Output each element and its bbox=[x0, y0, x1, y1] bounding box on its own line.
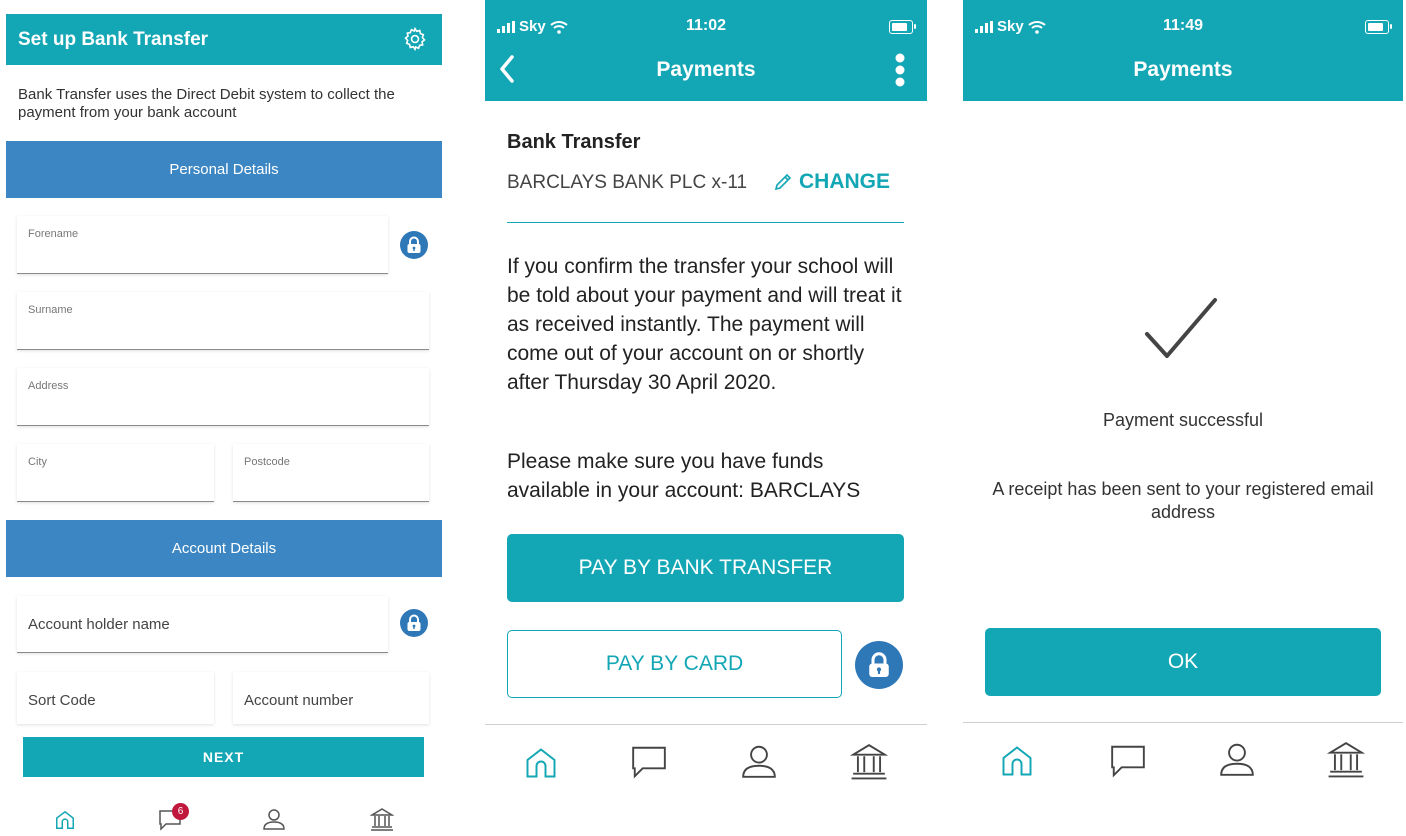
funds-paragraph: Please make sure you have funds availabl… bbox=[507, 450, 861, 502]
postcode-label: Postcode bbox=[244, 456, 290, 468]
page-title: Payments bbox=[656, 58, 756, 81]
forename-field[interactable]: Forename bbox=[17, 216, 388, 274]
next-button[interactable]: NEXT bbox=[23, 737, 424, 777]
address-field[interactable]: Address bbox=[17, 368, 429, 426]
chat-icon[interactable] bbox=[1109, 743, 1147, 779]
home-icon[interactable] bbox=[54, 809, 76, 831]
pencil-icon bbox=[774, 173, 792, 191]
change-bank-button[interactable]: CHANGE bbox=[773, 170, 890, 194]
lock-icon[interactable] bbox=[400, 609, 428, 637]
change-label: CHANGE bbox=[799, 170, 891, 193]
confirm-paragraph: If you confirm the transfer your school … bbox=[507, 255, 902, 394]
account-details-header: Account Details bbox=[6, 520, 442, 577]
success-message: Payment successful bbox=[1102, 410, 1264, 430]
surname-field[interactable]: Surname bbox=[17, 292, 429, 350]
chat-icon[interactable] bbox=[630, 744, 668, 780]
ok-button[interactable]: OK bbox=[985, 628, 1381, 696]
tab-bar-divider bbox=[485, 724, 927, 725]
bank-account-label: BARCLAYS BANK PLC x-11 bbox=[507, 172, 748, 193]
setup-bank-transfer-screen: Set up Bank Transfer Bank Transfer uses … bbox=[6, 0, 442, 836]
surname-label: Surname bbox=[28, 304, 73, 316]
lock-icon[interactable] bbox=[400, 231, 428, 259]
bank-icon[interactable] bbox=[850, 742, 888, 780]
app-header: Sky 11:49 Payments bbox=[963, 0, 1403, 101]
app-header: Set up Bank Transfer bbox=[6, 14, 442, 65]
tab-bar: 6 bbox=[6, 800, 442, 836]
battery-icon bbox=[1365, 20, 1392, 34]
pay-by-bank-transfer-button[interactable]: PAY BY BANK TRANSFER bbox=[507, 534, 904, 602]
home-icon[interactable] bbox=[523, 745, 559, 781]
page-title: Set up Bank Transfer bbox=[18, 29, 209, 50]
forename-label: Forename bbox=[28, 228, 79, 240]
status-time: 11:02 bbox=[685, 17, 727, 34]
profile-icon[interactable] bbox=[1218, 740, 1256, 778]
personal-details-header: Personal Details bbox=[6, 141, 442, 198]
city-label: City bbox=[28, 456, 47, 468]
receipt-message: A receipt has been sent to your register… bbox=[992, 479, 1374, 522]
account-number-placeholder: Account number bbox=[244, 692, 354, 709]
intro-text: Bank Transfer uses the Direct Debit syst… bbox=[18, 86, 395, 121]
lock-icon[interactable] bbox=[855, 641, 903, 689]
payment-success-screen: Sky 11:49 Payments Payment successful A … bbox=[963, 0, 1403, 836]
bank-icon[interactable] bbox=[370, 807, 394, 831]
sort-code-placeholder: Sort Code bbox=[28, 692, 96, 709]
account-number-field[interactable]: Account number bbox=[233, 672, 429, 724]
home-icon[interactable] bbox=[999, 743, 1035, 779]
profile-icon[interactable] bbox=[262, 807, 286, 831]
pay-by-card-button[interactable]: PAY BY CARD bbox=[507, 630, 842, 698]
city-field[interactable]: City bbox=[17, 444, 214, 502]
bank-icon[interactable] bbox=[1327, 740, 1365, 778]
divider bbox=[507, 222, 904, 223]
address-label: Address bbox=[28, 380, 69, 392]
payments-confirm-screen: Sky 11:02 Payments Bank Transfer BARCLAY… bbox=[485, 0, 927, 836]
status-time: 11:49 bbox=[1162, 17, 1204, 34]
more-options-icon[interactable] bbox=[895, 53, 905, 87]
account-holder-field[interactable]: Account holder name bbox=[17, 596, 388, 653]
battery-icon bbox=[889, 20, 916, 34]
page-title: Payments bbox=[1133, 58, 1233, 81]
account-holder-placeholder: Account holder name bbox=[28, 616, 170, 633]
checkmark-icon bbox=[1145, 298, 1217, 358]
postcode-field[interactable]: Postcode bbox=[233, 444, 429, 502]
tab-bar-divider bbox=[963, 722, 1403, 723]
gear-icon[interactable] bbox=[402, 26, 428, 52]
messages-badge: 6 bbox=[172, 803, 189, 820]
profile-icon[interactable] bbox=[740, 742, 778, 780]
sort-code-field[interactable]: Sort Code bbox=[17, 672, 214, 724]
app-header: Sky 11:02 Payments bbox=[485, 0, 927, 101]
section-title: Bank Transfer bbox=[507, 131, 641, 153]
